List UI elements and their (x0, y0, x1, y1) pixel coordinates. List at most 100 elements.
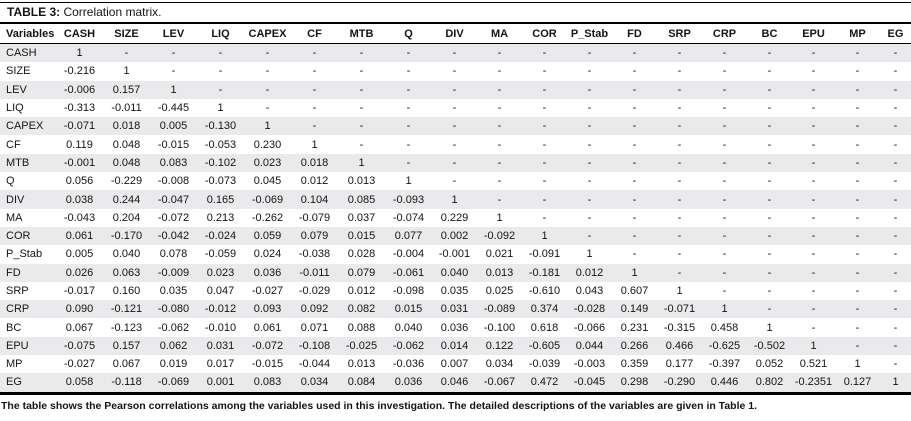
correlation-cell: - (880, 355, 911, 373)
correlation-cell: 0.012 (567, 264, 612, 282)
correlation-cell: 0.618 (522, 318, 567, 336)
table-row: COR0.061-0.170-0.042-0.0240.0590.0790.01… (0, 227, 911, 245)
table-row: CF0.1190.048-0.015-0.0530.2301----------… (0, 135, 911, 153)
row-label: CASH (0, 44, 56, 63)
table-row: EPU-0.0750.1570.0620.031-0.072-0.108-0.0… (0, 337, 911, 355)
correlation-cell: - (657, 172, 702, 190)
correlation-cell: - (477, 135, 522, 153)
correlation-cell: -0.610 (522, 282, 567, 300)
correlation-cell: -0.062 (150, 318, 197, 336)
correlation-cell: - (835, 135, 880, 153)
correlation-cell: - (880, 81, 911, 99)
row-label: P_Stab (0, 245, 56, 263)
correlation-cell: - (792, 227, 835, 245)
correlation-cell: - (567, 99, 612, 117)
correlation-cell: 0.034 (291, 373, 338, 393)
correlation-cell: - (244, 44, 291, 63)
correlation-cell: - (880, 245, 911, 263)
correlation-cell: 0.043 (567, 282, 612, 300)
correlation-cell: 1 (567, 245, 612, 263)
correlation-cell: -0.067 (477, 373, 522, 393)
correlation-cell: - (385, 99, 432, 117)
correlation-cell: - (747, 135, 792, 153)
table-title-label: TABLE 3: (7, 5, 60, 19)
correlation-cell: 0.015 (338, 227, 385, 245)
correlation-cell: 0.157 (103, 81, 150, 99)
correlation-cell: -0.061 (385, 264, 432, 282)
correlation-cell: 0.067 (56, 318, 103, 336)
correlation-cell: 0.229 (432, 209, 477, 227)
correlation-cell: 0.466 (657, 337, 702, 355)
correlation-cell: 0.062 (150, 337, 197, 355)
table-row: Q0.056-0.229-0.008-0.0730.0450.0120.0131… (0, 172, 911, 190)
correlation-cell: - (702, 264, 747, 282)
correlation-cell: - (792, 264, 835, 282)
correlation-cell: - (792, 300, 835, 318)
correlation-cell: 0.177 (657, 355, 702, 373)
correlation-cell: 0.077 (385, 227, 432, 245)
correlation-cell: - (477, 62, 522, 80)
correlation-cell: 0.015 (385, 300, 432, 318)
column-header-size: SIZE (103, 23, 150, 44)
correlation-cell: - (747, 209, 792, 227)
correlation-cell: - (612, 227, 657, 245)
correlation-cell: 0.083 (150, 154, 197, 172)
correlation-cell: 1 (432, 190, 477, 208)
column-header-mtb: MTB (338, 23, 385, 44)
correlation-cell: - (880, 209, 911, 227)
correlation-cell: - (835, 172, 880, 190)
correlation-cell: - (880, 99, 911, 117)
correlation-cell: 0.122 (477, 337, 522, 355)
correlation-cell: 0.061 (244, 318, 291, 336)
correlation-cell: - (702, 209, 747, 227)
correlation-cell: - (197, 81, 244, 99)
correlation-cell: 0.002 (432, 227, 477, 245)
correlation-cell: 1 (150, 81, 197, 99)
correlation-cell: -0.397 (702, 355, 747, 373)
column-header-p_stab: P_Stab (567, 23, 612, 44)
row-label: EPU (0, 337, 56, 355)
correlation-cell: 0.521 (792, 355, 835, 373)
correlation-cell: - (338, 99, 385, 117)
correlation-cell: - (477, 117, 522, 135)
correlation-cell: - (338, 44, 385, 63)
correlation-cell: 0.088 (338, 318, 385, 336)
correlation-cell: - (612, 190, 657, 208)
row-label: FD (0, 264, 56, 282)
correlation-cell: - (702, 135, 747, 153)
correlation-cell: -0.092 (477, 227, 522, 245)
correlation-cell: 0.005 (56, 245, 103, 263)
correlation-cell: 0.025 (477, 282, 522, 300)
correlation-cell: -0.072 (150, 209, 197, 227)
row-label: MA (0, 209, 56, 227)
correlation-cell: - (103, 44, 150, 63)
paper-table-page: TABLE 3: Correlation matrix. VariablesCA… (0, 0, 911, 421)
correlation-cell: -0.012 (197, 300, 244, 318)
correlation-cell: -0.089 (477, 300, 522, 318)
correlation-cell: - (792, 135, 835, 153)
correlation-cell: - (835, 190, 880, 208)
correlation-cell: - (880, 62, 911, 80)
correlation-cell: 1 (747, 318, 792, 336)
correlation-cell: -0.025 (338, 337, 385, 355)
correlation-cell: 1 (477, 209, 522, 227)
correlation-cell: 0.014 (432, 337, 477, 355)
correlation-cell: - (432, 135, 477, 153)
correlation-cell: -0.181 (522, 264, 567, 282)
correlation-cell: -0.102 (197, 154, 244, 172)
column-header-cf: CF (291, 23, 338, 44)
correlation-cell: - (835, 318, 880, 336)
correlation-cell: 0.001 (197, 373, 244, 393)
correlation-cell: -0.045 (567, 373, 612, 393)
correlation-cell: 0.078 (150, 245, 197, 263)
correlation-cell: - (835, 154, 880, 172)
column-header-liq: LIQ (197, 23, 244, 44)
correlation-cell: - (477, 44, 522, 63)
correlation-cell: 0.019 (150, 355, 197, 373)
correlation-cell: - (747, 245, 792, 263)
correlation-cell: - (880, 318, 911, 336)
correlation-cell: - (385, 154, 432, 172)
correlation-cell: - (612, 209, 657, 227)
correlation-cell: 0.005 (150, 117, 197, 135)
row-label: BC (0, 318, 56, 336)
